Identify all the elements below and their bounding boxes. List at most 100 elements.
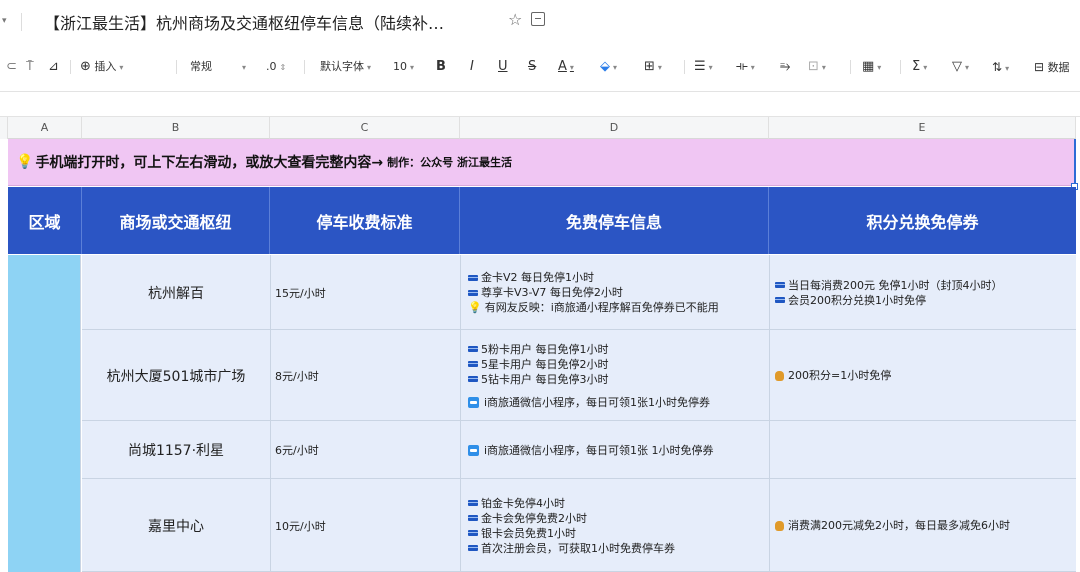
fee-cell[interactable]: 8元/小时 <box>270 330 460 421</box>
column-header-b[interactable]: B <box>82 117 270 139</box>
star-icon[interactable]: ☆ <box>508 10 522 29</box>
divider <box>850 60 851 74</box>
info-line: 铂金卡免停4小时 <box>468 496 769 511</box>
place-name-cell[interactable]: 嘉里中心 <box>82 479 270 572</box>
place-name-cell[interactable]: 杭州解百 <box>82 255 270 330</box>
align-vertical-icon[interactable]: ⟛ ▾ <box>736 58 755 76</box>
column-header-c[interactable]: C <box>270 117 460 139</box>
chart-icon[interactable]: ▦ ▾ <box>862 58 881 76</box>
money-bag-icon <box>775 520 784 531</box>
info-text: 200积分=1小时免停 <box>788 369 892 382</box>
fee-cell[interactable]: 15元/小时 <box>270 255 460 330</box>
redo-icon[interactable]: ⊂ <box>6 58 17 76</box>
chevron-down-icon: ▾ <box>821 63 826 72</box>
chevron-down-icon: ▾ <box>613 63 618 72</box>
strikethrough-button[interactable]: S <box>528 58 536 76</box>
borders-icon[interactable]: ⊞ ▾ <box>644 58 662 76</box>
insert-button[interactable]: ⊕ 插入 ▾ <box>80 58 123 76</box>
mini-program-icon <box>468 396 479 408</box>
info-text: 5星卡用户 每日免停2小时 <box>481 357 609 371</box>
divider <box>304 60 305 74</box>
money-bag-icon <box>775 370 784 381</box>
document-title[interactable]: 【浙江最生活】杭州商场及交通枢纽停车信息（陆续补… <box>44 10 444 34</box>
membership-card-icon <box>775 282 785 288</box>
info-text: 金卡会免停免费2小时 <box>481 511 587 525</box>
points-cell[interactable]: 200积分=1小时免停 <box>769 330 1076 421</box>
number-format-select[interactable]: 常规 ▾ <box>190 58 246 76</box>
free-parking-cell[interactable]: 5粉卡用户 每日免停1小时 5星卡用户 每日免停2小时 5钻卡用户 每日免停3小时 i… <box>460 330 769 421</box>
info-text: 银卡会员免费1小时 <box>481 526 576 540</box>
chevron-down-icon: ▾ <box>367 63 372 72</box>
column-header-a[interactable]: A <box>8 117 82 139</box>
place-name-cell[interactable]: 尚城1157·利星 <box>82 421 270 479</box>
stepper-icon: ⇕ <box>279 63 287 72</box>
divider <box>70 60 71 74</box>
info-line: 首次注册会员，可获取1小时免费停车券 <box>468 541 769 556</box>
chevron-down-icon[interactable]: ▾ <box>2 16 7 26</box>
underline-button[interactable]: U <box>498 58 508 76</box>
membership-card-icon <box>468 515 478 521</box>
fee-cell[interactable]: 10元/小时 <box>270 479 460 572</box>
points-cell[interactable] <box>769 421 1076 479</box>
points-cell[interactable]: 当日每消费200元 免停1小时（封顶4小时） 会员200积分兑换1小时免停 <box>769 255 1076 330</box>
format-painter-icon[interactable]: ⍑ <box>26 58 34 76</box>
insert-label: 插入 <box>94 60 117 73</box>
sigma-label: Σ <box>912 59 921 74</box>
banner-credit: 制作：公众号 浙江最生活 <box>387 156 513 169</box>
bold-button[interactable]: B <box>436 58 446 76</box>
chevron-down-icon: ▾ <box>242 63 247 72</box>
info-text: i商旅通微信小程序，每日可领1张 1小时免停券 <box>484 443 714 457</box>
free-parking-cell[interactable]: i商旅通微信小程序，每日可领1张 1小时免停券 <box>460 421 769 479</box>
info-line: 200积分=1小时免停 <box>775 368 1076 383</box>
membership-card-icon <box>468 500 478 506</box>
header-fee[interactable]: 停车收费标准 <box>270 187 460 254</box>
select-all-corner[interactable] <box>0 117 8 139</box>
header-points[interactable]: 积分兑换免停券 <box>769 187 1076 254</box>
decimal-stepper[interactable]: .0 ⇕ <box>266 58 286 76</box>
italic-button[interactable]: I <box>470 58 474 76</box>
sum-button[interactable]: Σ ▾ <box>912 58 927 76</box>
filter-icon[interactable]: ▽ ▾ <box>952 58 969 76</box>
column-header-e[interactable]: E <box>769 117 1076 139</box>
wrap-text-icon[interactable]: ⥱ <box>780 58 790 76</box>
membership-card-icon <box>468 376 478 382</box>
align-horizontal-icon[interactable]: ☰ ▾ <box>694 58 713 76</box>
info-line: 金卡V2 每日免停1小时 <box>468 270 769 285</box>
font-size-select[interactable]: 10 ▾ <box>393 58 414 76</box>
decimal-value: .0 <box>266 60 277 73</box>
region-cell[interactable] <box>8 255 81 572</box>
sort-icon[interactable]: ⇅ ▾ <box>992 58 1009 76</box>
chevron-down-icon: ▾ <box>708 63 713 72</box>
divider <box>176 60 177 74</box>
header-place[interactable]: 商场或交通枢纽 <box>82 187 270 254</box>
notice-banner-cell[interactable]: 💡 手机端打开时，可上下左右滑动，或放大查看完整内容→ 制作：公众号 浙江最生活 <box>8 139 1076 186</box>
font-color-button[interactable]: A ▾ <box>558 58 574 76</box>
data-button[interactable]: ⊟ 数据 <box>1034 58 1070 76</box>
column-header-d[interactable]: D <box>460 117 769 139</box>
font-family-select[interactable]: 默认字体 ▾ <box>320 58 371 76</box>
header-region[interactable]: 区域 <box>8 187 82 254</box>
plus-circle-icon: ⊕ <box>80 59 91 74</box>
info-line: 💡 有网友反映：i商旅通小程序解百免停券已不能用 <box>468 300 769 315</box>
font-size-value: 10 <box>393 60 407 73</box>
free-parking-cell[interactable]: 金卡V2 每日免停1小时 尊享卡V3-V7 每日免停2小时 💡 有网友反映：i商旅通小… <box>460 255 769 330</box>
chevron-down-icon: ▾ <box>569 63 574 72</box>
info-line: 5星卡用户 每日免停2小时 <box>468 357 769 372</box>
chevron-down-icon: ▾ <box>965 63 970 72</box>
clear-format-icon[interactable]: ⊿ <box>48 58 59 76</box>
open-external-icon[interactable] <box>531 12 545 26</box>
membership-card-icon <box>775 297 785 303</box>
column-divider <box>769 255 770 572</box>
fee-cell[interactable]: 6元/小时 <box>270 421 460 479</box>
title-bar: ▾ 【浙江最生活】杭州商场及交通枢纽停车信息（陆续补… ☆ <box>0 0 1080 44</box>
info-text: i商旅通微信小程序，每日可领1张1小时免停券 <box>484 395 711 409</box>
font-color-label: A <box>558 59 567 74</box>
points-cell[interactable]: 消费满200元减免2小时，每日最多减免6小时 <box>769 479 1076 572</box>
merge-cells-icon[interactable]: ⊡ ▾ <box>808 58 826 76</box>
place-name-cell[interactable]: 杭州大厦501城市广场 <box>82 330 270 421</box>
free-parking-cell[interactable]: 铂金卡免停4小时 金卡会免停免费2小时 银卡会员免费1小时 首次注册会员，可获取1小时… <box>460 479 769 572</box>
membership-card-icon <box>468 361 478 367</box>
header-free-parking[interactable]: 免费停车信息 <box>460 187 769 254</box>
fill-color-icon[interactable]: ⬙ ▾ <box>600 58 617 76</box>
font-family-value: 默认字体 <box>320 60 364 73</box>
